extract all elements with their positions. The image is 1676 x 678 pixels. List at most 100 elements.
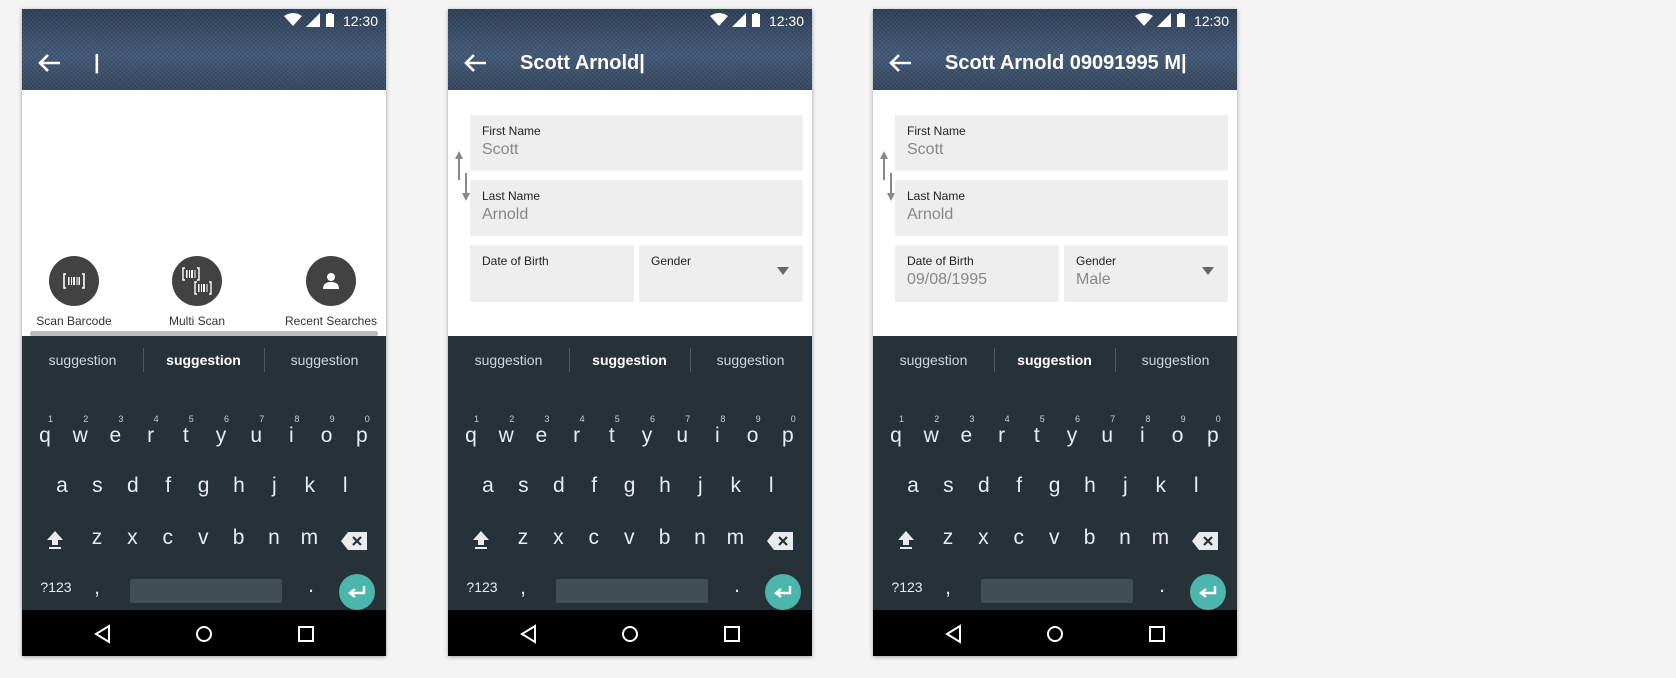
key-p[interactable]: p0 xyxy=(771,414,805,448)
first-name-field[interactable]: First Name Scott xyxy=(895,115,1228,171)
key-i[interactable]: i8 xyxy=(700,414,734,448)
key-u[interactable]: u7 xyxy=(239,414,273,448)
key-u[interactable]: u7 xyxy=(1090,414,1124,448)
symbols-key[interactable]: ?123 xyxy=(462,579,502,595)
comma-key[interactable]: , xyxy=(506,576,540,600)
key-z[interactable]: z xyxy=(931,526,965,550)
key-f[interactable]: f xyxy=(151,474,185,498)
key-g[interactable]: g xyxy=(613,474,647,498)
period-key[interactable]: . xyxy=(1145,574,1179,598)
key-g[interactable]: g xyxy=(187,474,221,498)
key-r[interactable]: r4 xyxy=(985,414,1019,448)
space-bar[interactable] xyxy=(981,579,1133,603)
key-c[interactable]: c xyxy=(1002,526,1036,550)
key-n[interactable]: n xyxy=(1108,526,1142,550)
key-r[interactable]: r4 xyxy=(560,414,594,448)
key-i[interactable]: i8 xyxy=(1125,414,1159,448)
key-n[interactable]: n xyxy=(683,526,717,550)
key-h[interactable]: h xyxy=(1073,474,1107,498)
first-name-field[interactable]: First Name Scott xyxy=(470,115,803,171)
key-m[interactable]: m xyxy=(1143,526,1177,550)
key-d[interactable]: d xyxy=(967,474,1001,498)
key-e[interactable]: e3 xyxy=(949,414,983,448)
key-d[interactable]: d xyxy=(542,474,576,498)
key-c[interactable]: c xyxy=(151,526,185,550)
key-e[interactable]: e3 xyxy=(98,414,132,448)
key-l[interactable]: l xyxy=(754,474,788,498)
key-o[interactable]: o9 xyxy=(736,414,770,448)
nav-home-icon[interactable] xyxy=(193,623,215,645)
shift-icon[interactable] xyxy=(44,528,66,550)
key-w[interactable]: w2 xyxy=(63,414,97,448)
nav-home-icon[interactable] xyxy=(619,623,641,645)
space-bar[interactable] xyxy=(130,579,282,603)
key-f[interactable]: f xyxy=(577,474,611,498)
last-name-field[interactable]: Last Name Arnold xyxy=(470,180,803,236)
backspace-icon[interactable] xyxy=(340,531,368,551)
key-c[interactable]: c xyxy=(577,526,611,550)
suggestion-item[interactable]: suggestion xyxy=(22,352,143,368)
symbols-key[interactable]: ?123 xyxy=(887,579,927,595)
comma-key[interactable]: , xyxy=(80,576,114,600)
key-a[interactable]: a xyxy=(45,474,79,498)
key-k[interactable]: k xyxy=(293,474,327,498)
key-t[interactable]: t5 xyxy=(1020,414,1054,448)
key-v[interactable]: v xyxy=(186,526,220,550)
key-y[interactable]: y6 xyxy=(630,414,664,448)
key-w[interactable]: w2 xyxy=(914,414,948,448)
key-q[interactable]: q1 xyxy=(454,414,488,448)
action-button-0[interactable] xyxy=(49,256,99,306)
suggestion-item[interactable]: suggestion xyxy=(1115,352,1236,368)
key-a[interactable]: a xyxy=(896,474,930,498)
nav-back-icon[interactable] xyxy=(518,623,540,645)
enter-button[interactable] xyxy=(339,574,375,610)
action-button-2[interactable] xyxy=(306,256,356,306)
key-b[interactable]: b xyxy=(1073,526,1107,550)
nav-recents-icon[interactable] xyxy=(721,623,743,645)
key-t[interactable]: t5 xyxy=(595,414,629,448)
key-j[interactable]: j xyxy=(257,474,291,498)
suggestion-item[interactable]: suggestion xyxy=(994,352,1115,368)
search-query-input[interactable]: | xyxy=(94,52,100,75)
key-r[interactable]: r4 xyxy=(134,414,168,448)
shift-icon[interactable] xyxy=(895,528,917,550)
key-x[interactable]: x xyxy=(966,526,1000,550)
enter-button[interactable] xyxy=(1190,574,1226,610)
key-w[interactable]: w2 xyxy=(489,414,523,448)
enter-button[interactable] xyxy=(765,574,801,610)
suggestion-item[interactable]: suggestion xyxy=(448,352,569,368)
back-arrow-icon[interactable] xyxy=(887,51,915,75)
key-p[interactable]: p0 xyxy=(1196,414,1230,448)
space-bar[interactable] xyxy=(556,579,708,603)
key-t[interactable]: t5 xyxy=(169,414,203,448)
key-x[interactable]: x xyxy=(541,526,575,550)
suggestion-item[interactable]: suggestion xyxy=(264,352,385,368)
key-z[interactable]: z xyxy=(506,526,540,550)
key-q[interactable]: q1 xyxy=(879,414,913,448)
back-arrow-icon[interactable] xyxy=(36,51,64,75)
suggestion-item[interactable]: suggestion xyxy=(690,352,811,368)
suggestion-item[interactable]: suggestion xyxy=(143,352,264,368)
gender-select[interactable]: Gender Male xyxy=(1064,245,1228,302)
key-h[interactable]: h xyxy=(648,474,682,498)
key-s[interactable]: s xyxy=(931,474,965,498)
key-j[interactable]: j xyxy=(683,474,717,498)
key-o[interactable]: o9 xyxy=(1161,414,1195,448)
gender-select[interactable]: Gender xyxy=(639,245,803,302)
suggestion-item[interactable]: suggestion xyxy=(569,352,690,368)
key-y[interactable]: y6 xyxy=(204,414,238,448)
date-of-birth-field[interactable]: Date of Birth 09/08/1995 xyxy=(895,245,1059,302)
key-v[interactable]: v xyxy=(612,526,646,550)
key-e[interactable]: e3 xyxy=(524,414,558,448)
last-name-field[interactable]: Last Name Arnold xyxy=(895,180,1228,236)
period-key[interactable]: . xyxy=(294,574,328,598)
key-d[interactable]: d xyxy=(116,474,150,498)
suggestion-item[interactable]: suggestion xyxy=(873,352,994,368)
key-s[interactable]: s xyxy=(80,474,114,498)
shift-icon[interactable] xyxy=(470,528,492,550)
nav-back-icon[interactable] xyxy=(92,623,114,645)
key-m[interactable]: m xyxy=(718,526,752,550)
key-b[interactable]: b xyxy=(648,526,682,550)
key-h[interactable]: h xyxy=(222,474,256,498)
nav-recents-icon[interactable] xyxy=(295,623,317,645)
